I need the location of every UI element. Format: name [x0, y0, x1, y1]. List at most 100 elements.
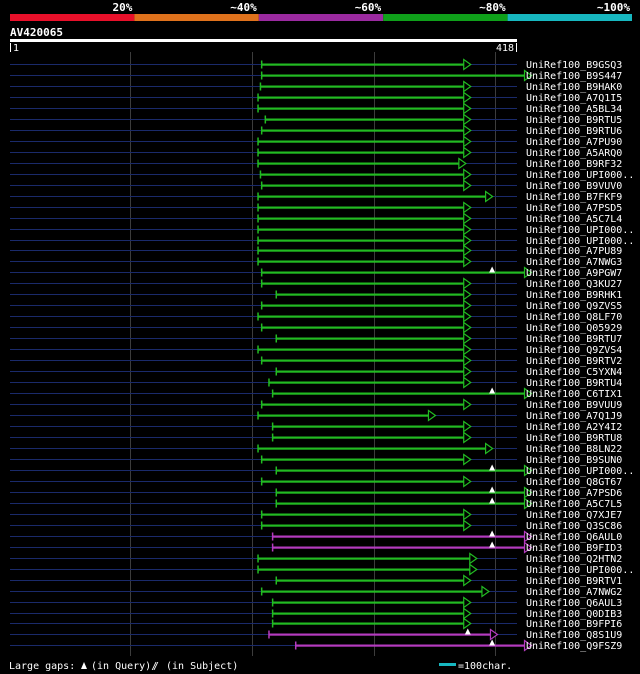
- hit-label[interactable]: UniRef100_B9RHK1: [526, 290, 622, 301]
- hit-label[interactable]: UniRef100_B9S447: [526, 71, 622, 82]
- hit-row[interactable]: UniRef100_B9HAK0: [10, 80, 622, 94]
- hit-row[interactable]: UniRef100_Q2HTN2: [10, 552, 622, 566]
- hit-row[interactable]: UniRef100_A7PSD5: [10, 201, 622, 215]
- hit-row[interactable]: UniRef100_Q05929: [10, 321, 622, 335]
- hit-row[interactable]: UniRef100_Q8LF70: [10, 310, 622, 324]
- hit-label[interactable]: UniRef100_B7FKF9: [526, 192, 622, 203]
- hit-label[interactable]: UniRef100_A5ARQ0: [526, 148, 622, 159]
- hit-row[interactable]: UniRef100_B9VUU9: [10, 398, 622, 412]
- hit-label[interactable]: UniRef100_A5C7L4: [526, 214, 622, 225]
- hit-label[interactable]: UniRef100_B9VUV0: [526, 181, 622, 192]
- hit-label[interactable]: UniRef100_UPI000..: [526, 170, 634, 181]
- hit-row[interactable]: UniRef100_B7FKF9: [10, 190, 622, 204]
- hit-row[interactable]: UniRef100_B9RF32: [10, 157, 622, 171]
- hit-label[interactable]: UniRef100_B9RF32: [526, 159, 622, 170]
- hit-row[interactable]: UniRef100_Q6AUL0: [10, 530, 622, 544]
- hit-row[interactable]: UniRef100_A5ARQ0: [10, 146, 622, 160]
- hit-row[interactable]: UniRef100_A2Y4I2: [10, 420, 622, 434]
- hit-label[interactable]: UniRef100_A9PGW7: [526, 268, 622, 279]
- hit-row[interactable]: UniRef100_UPI000..: [10, 168, 634, 182]
- hit-label[interactable]: UniRef100_A7PU90: [526, 137, 622, 148]
- hit-row[interactable]: UniRef100_B9VUV0: [10, 179, 622, 193]
- hit-label[interactable]: UniRef100_C5YXN4: [526, 367, 622, 378]
- hit-label[interactable]: UniRef100_Q8GT67: [526, 477, 622, 488]
- hit-label[interactable]: UniRef100_B9SUN0: [526, 455, 622, 466]
- hit-row[interactable]: UniRef100_C6TIX1: [10, 387, 622, 401]
- hit-label[interactable]: UniRef100_Q8LF70: [526, 312, 622, 323]
- hit-label[interactable]: UniRef100_Q3KU27: [526, 279, 622, 290]
- hit-row[interactable]: UniRef100_B9FID3: [10, 541, 622, 555]
- hit-label[interactable]: UniRef100_B9GSQ3: [526, 60, 622, 71]
- hit-row[interactable]: UniRef100_A7PU89: [10, 244, 622, 258]
- hit-label[interactable]: UniRef100_Q9ZVS5: [526, 301, 622, 312]
- hit-row[interactable]: UniRef100_Q6AUL3: [10, 596, 622, 610]
- hit-row[interactable]: UniRef100_B9SUN0: [10, 453, 622, 467]
- hit-row[interactable]: UniRef100_A7PU90: [10, 135, 622, 149]
- hit-label[interactable]: UniRef100_B9RTU5: [526, 115, 622, 126]
- hit-row[interactable]: UniRef100_A7PSD6: [10, 486, 622, 500]
- hit-row[interactable]: UniRef100_A7NWG2: [10, 585, 622, 599]
- hit-label[interactable]: UniRef100_B9FID3: [526, 543, 622, 554]
- hit-label[interactable]: UniRef100_B9RTU7: [526, 334, 622, 345]
- hit-label[interactable]: UniRef100_B9RTU4: [526, 378, 622, 389]
- hit-label[interactable]: UniRef100_A7NWG2: [526, 587, 622, 598]
- hit-row[interactable]: UniRef100_UPI000..: [10, 223, 634, 237]
- hit-label[interactable]: UniRef100_B9VUU9: [526, 400, 622, 411]
- hit-row[interactable]: UniRef100_B9RTU4: [10, 376, 622, 390]
- hit-label[interactable]: UniRef100_Q3SC86: [526, 521, 622, 532]
- hit-label[interactable]: UniRef100_Q6AUL0: [526, 532, 622, 543]
- hit-label[interactable]: UniRef100_UPI000..: [526, 225, 634, 236]
- hit-label[interactable]: UniRef100_Q7XJE7: [526, 510, 622, 521]
- hit-row[interactable]: UniRef100_A5BL34: [10, 102, 622, 116]
- hit-label[interactable]: UniRef100_A7NWG3: [526, 257, 622, 268]
- hit-label[interactable]: UniRef100_B8LN22: [526, 444, 622, 455]
- hit-label[interactable]: UniRef100_A7PSD6: [526, 488, 622, 499]
- hit-row[interactable]: UniRef100_A5C7L4: [10, 212, 622, 226]
- hit-label[interactable]: UniRef100_B9FPI6: [526, 619, 622, 630]
- hit-row[interactable]: UniRef100_B8LN22: [10, 442, 622, 456]
- hit-label[interactable]: UniRef100_A5C7L5: [526, 499, 622, 510]
- hit-label[interactable]: UniRef100_Q05929: [526, 323, 622, 334]
- hit-row[interactable]: UniRef100_A9PGW7: [10, 266, 622, 280]
- hit-row[interactable]: UniRef100_B9RTU6: [10, 124, 622, 138]
- hit-label[interactable]: UniRef100_B9RTV2: [526, 356, 622, 367]
- hit-row[interactable]: UniRef100_Q8S1U9: [10, 628, 622, 642]
- hit-row[interactable]: UniRef100_Q3KU27: [10, 277, 622, 291]
- hit-row[interactable]: UniRef100_B9RTU7: [10, 332, 622, 346]
- hit-label[interactable]: UniRef100_C6TIX1: [526, 389, 622, 400]
- hit-row[interactable]: UniRef100_A7Q1I5: [10, 91, 622, 105]
- hit-row[interactable]: UniRef100_Q9ZVS5: [10, 299, 622, 313]
- hit-label[interactable]: UniRef100_A7PSD5: [526, 203, 622, 214]
- hit-label[interactable]: UniRef100_B9RTV1: [526, 576, 622, 587]
- hit-label[interactable]: UniRef100_Q8S1U9: [526, 630, 622, 641]
- hit-label[interactable]: UniRef100_A7Q1J9: [526, 411, 622, 422]
- hit-row[interactable]: UniRef100_A5C7L5: [10, 497, 622, 511]
- hit-row[interactable]: UniRef100_B9S447: [10, 69, 622, 83]
- hit-row[interactable]: UniRef100_Q3SC86: [10, 519, 622, 533]
- hit-row[interactable]: UniRef100_Q8GT67: [10, 475, 622, 489]
- hit-label[interactable]: UniRef100_UPI000..: [526, 565, 634, 576]
- hit-label[interactable]: UniRef100_Q9FSZ9: [526, 641, 622, 652]
- hit-label[interactable]: UniRef100_B9RTU8: [526, 433, 622, 444]
- hit-row[interactable]: UniRef100_B9RTV2: [10, 354, 622, 368]
- hit-row[interactable]: UniRef100_B9GSQ3: [10, 58, 622, 72]
- hit-label[interactable]: UniRef100_A7PU89: [526, 246, 622, 257]
- hit-label[interactable]: UniRef100_UPI000..: [526, 466, 634, 477]
- hit-row[interactable]: UniRef100_Q9ZVS4: [10, 343, 622, 357]
- hit-row[interactable]: UniRef100_B9RTV1: [10, 574, 622, 588]
- hit-label[interactable]: UniRef100_A5BL34: [526, 104, 622, 115]
- hit-row[interactable]: UniRef100_UPI000..: [10, 464, 634, 478]
- hit-label[interactable]: UniRef100_A2Y4I2: [526, 422, 622, 433]
- hit-row[interactable]: UniRef100_B9RTU8: [10, 431, 622, 445]
- hit-label[interactable]: UniRef100_A7Q1I5: [526, 93, 622, 104]
- hit-row[interactable]: UniRef100_A7Q1J9: [10, 409, 622, 423]
- hit-row[interactable]: UniRef100_B9RHK1: [10, 288, 622, 302]
- hit-row[interactable]: UniRef100_B9FPI6: [10, 617, 622, 631]
- hit-row[interactable]: UniRef100_B9RTU5: [10, 113, 622, 127]
- hit-label[interactable]: UniRef100_Q2HTN2: [526, 554, 622, 565]
- hit-label[interactable]: UniRef100_B9HAK0: [526, 82, 622, 93]
- hit-label[interactable]: UniRef100_Q6AUL3: [526, 598, 622, 609]
- hit-label[interactable]: UniRef100_Q9ZVS4: [526, 345, 622, 356]
- hit-row[interactable]: UniRef100_C5YXN4: [10, 365, 622, 379]
- hit-row[interactable]: UniRef100_UPI000..: [10, 563, 634, 577]
